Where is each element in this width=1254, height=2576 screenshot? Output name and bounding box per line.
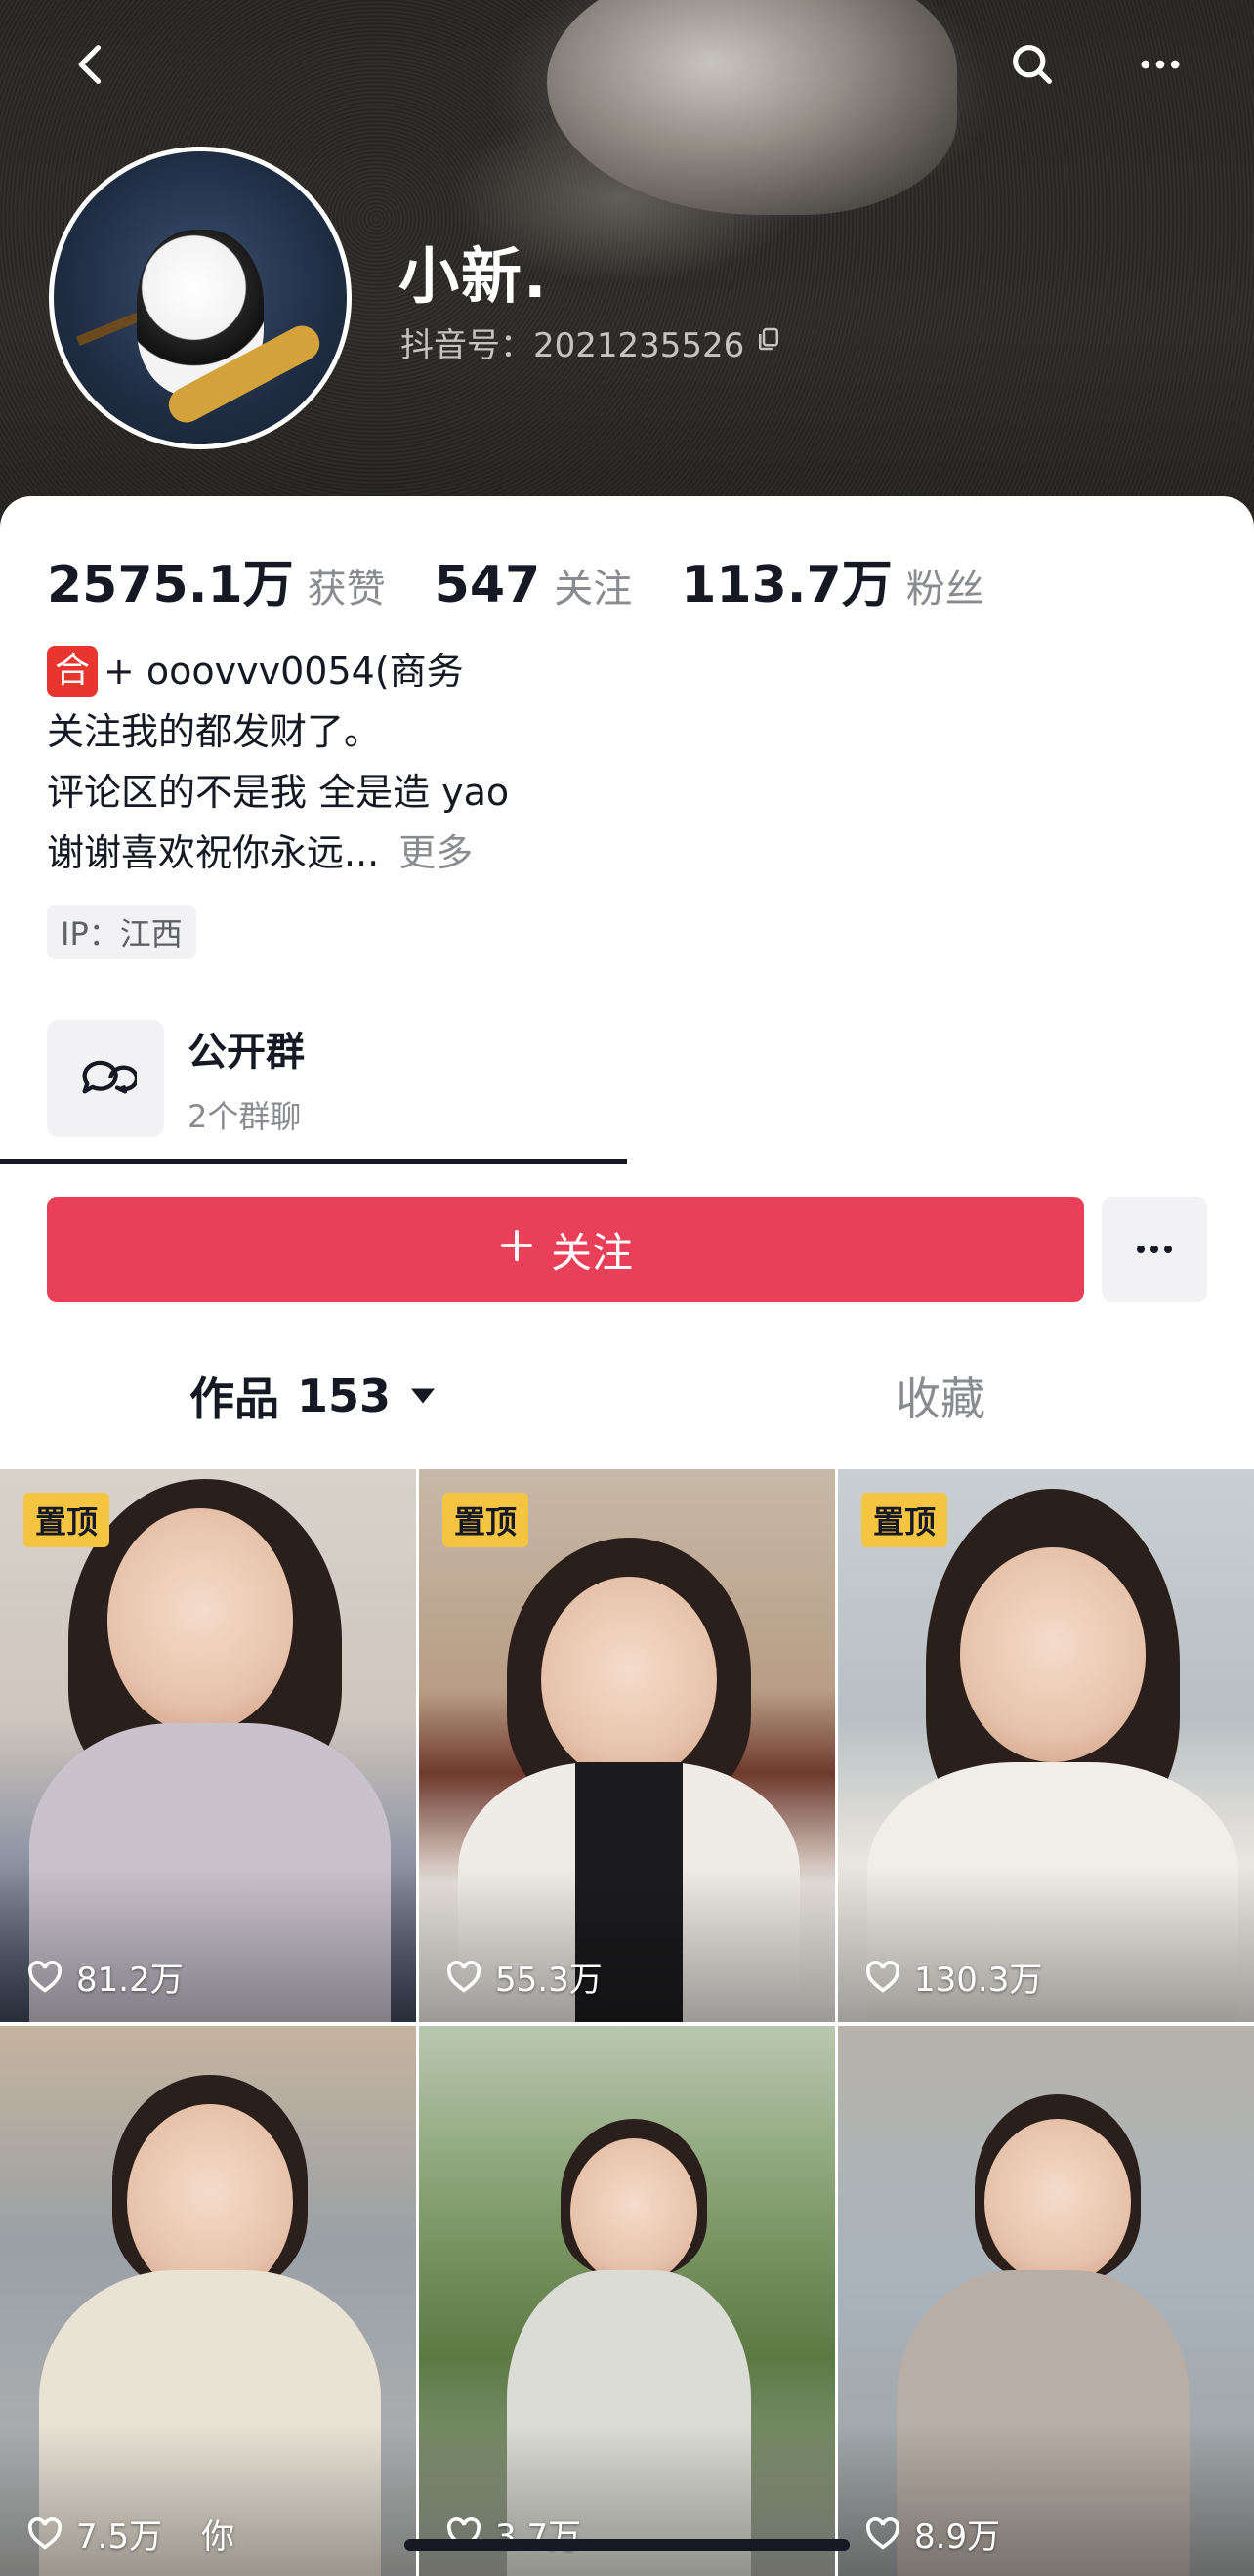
home-indicator[interactable]: [404, 2539, 850, 2551]
video-tile[interactable]: 置顶 55.3万: [419, 1469, 835, 2022]
heart-icon: [866, 2516, 899, 2550]
stat-followers-value: 113.7万: [681, 556, 893, 614]
video-tile[interactable]: 7.5万 你: [0, 2026, 416, 2576]
video-tile[interactable]: 3.7万: [419, 2026, 835, 2576]
group-subtitle: 2个群聊: [188, 1098, 302, 1135]
avatar[interactable]: [49, 147, 352, 449]
video-likes: 81.2万: [25, 1953, 184, 2001]
follow-button[interactable]: 关注: [47, 1197, 1084, 1302]
video-likes-count: 81.2万: [76, 1961, 184, 2000]
video-tile[interactable]: 8.9万: [838, 2026, 1254, 2576]
bio-line-3: 评论区的不是我 全是造 yao: [47, 771, 510, 814]
video-likes-count: 7.5万: [76, 2517, 163, 2556]
profile-nickname: 小新.: [398, 240, 549, 312]
video-tile[interactable]: 置顶 130.3万: [838, 1469, 1254, 2022]
tab-favorites-label: 收藏: [896, 1372, 985, 1425]
active-tab-indicator: [0, 1159, 627, 1164]
search-icon[interactable]: [1001, 33, 1064, 96]
thumbnail-face: [984, 2119, 1131, 2285]
back-icon[interactable]: [61, 33, 123, 96]
heart-icon: [866, 1960, 899, 1993]
video-likes-count: 55.3万: [495, 1961, 603, 2000]
public-group-entry[interactable]: 公开群 2个群聊: [47, 1020, 305, 1137]
tab-works[interactable]: 作品 153: [0, 1327, 627, 1465]
group-chat-icon: [47, 1020, 164, 1137]
bio-line-4-text: 谢谢喜欢祝你永远...: [47, 831, 380, 874]
video-likes: 8.9万: [863, 2510, 1000, 2557]
video-likes: 7.5万 你: [25, 2510, 234, 2557]
pinned-badge: 置顶: [23, 1493, 110, 1547]
group-title: 公开群: [188, 1030, 305, 1075]
more-icon[interactable]: [1129, 33, 1191, 96]
profile-more-button[interactable]: [1102, 1197, 1207, 1302]
video-tile[interactable]: 置顶 81.2万: [0, 1469, 416, 2022]
stat-following-label: 关注: [554, 567, 633, 612]
tab-favorites[interactable]: 收藏: [627, 1327, 1254, 1465]
follow-button-label: 关注: [550, 1228, 633, 1277]
douyin-id[interactable]: 抖音号：2021235526: [400, 318, 783, 366]
douyin-id-text: 抖音号：2021235526: [400, 326, 745, 365]
thumbnail-face: [107, 1508, 293, 1733]
heart-icon: [28, 2516, 62, 2550]
stat-likes-value: 2575.1万: [47, 556, 294, 614]
thumbnail-face: [570, 2138, 697, 2285]
profile-stats: 2575.1万 获赞 547 关注 113.7万 粉丝: [47, 543, 1033, 616]
heart-icon: [28, 1960, 62, 1993]
plus-icon: [498, 1226, 535, 1274]
profile-bio: 合 + ooovvv0054(商务 关注我的都发财了。 评论区的不是我 全是造 …: [47, 641, 509, 883]
bio-line-1-text: + ooovvv0054(商务: [104, 650, 464, 693]
copy-icon[interactable]: [754, 323, 783, 362]
video-likes-count: 130.3万: [914, 1961, 1043, 2000]
caret-down-icon[interactable]: [408, 1384, 438, 1408]
stat-likes-label: 获赞: [307, 567, 386, 612]
thumbnail-face: [541, 1577, 717, 1782]
stat-likes: 2575.1万 获赞: [47, 543, 386, 616]
bio-more-link[interactable]: 更多: [398, 823, 473, 883]
thumbnail-face: [960, 1547, 1146, 1762]
bio-line-4: 谢谢喜欢祝你永远... 更多: [47, 823, 509, 883]
pinned-badge: 置顶: [861, 1493, 948, 1547]
video-likes: 130.3万: [863, 1953, 1042, 2001]
stat-following-value: 547: [434, 556, 541, 614]
ellipsis-icon: [1137, 1246, 1172, 1253]
heart-icon: [447, 1960, 481, 1993]
bio-line-2: 关注我的都发财了。: [47, 710, 382, 753]
he-badge-icon: 合: [47, 646, 98, 697]
video-caption-extra: 你: [201, 2517, 235, 2556]
stat-followers[interactable]: 113.7万 粉丝: [681, 543, 983, 616]
bio-line-1: 合 + ooovvv0054(商务: [47, 641, 509, 701]
ip-location-tag: IP：江西: [47, 905, 196, 959]
video-likes-count: 8.9万: [914, 2517, 1001, 2556]
stat-followers-label: 粉丝: [905, 567, 984, 612]
tab-works-label: 作品: [188, 1372, 279, 1425]
stat-following[interactable]: 547 关注: [435, 556, 633, 614]
pinned-badge: 置顶: [442, 1493, 529, 1547]
content-tabs: 作品 153 收藏: [0, 1327, 1254, 1465]
video-likes: 55.3万: [444, 1953, 603, 2001]
tab-works-count: 153: [296, 1370, 392, 1422]
